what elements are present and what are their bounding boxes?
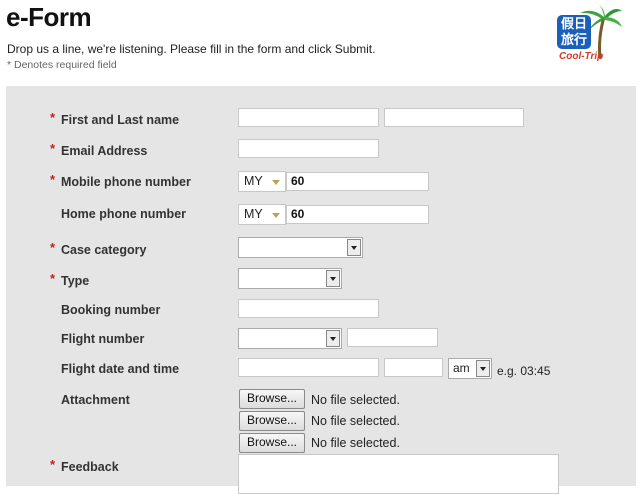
booking-number-input[interactable] [238, 299, 379, 318]
home-country-value: MY [244, 207, 263, 221]
flight-date-input[interactable] [238, 358, 379, 377]
email-input[interactable] [238, 139, 379, 158]
ampm-value: am [453, 361, 470, 375]
last-name-input[interactable] [384, 108, 524, 127]
required-mark: * [50, 110, 56, 125]
no-file-text-1: No file selected. [311, 393, 400, 407]
attachment-label: Attachment [61, 393, 130, 407]
ampm-select[interactable]: am [448, 358, 492, 379]
feedback-textarea[interactable] [238, 454, 559, 494]
logo: 假日旅行 Cool-Trip [552, 3, 624, 65]
chevron-down-icon [272, 213, 280, 218]
type-label: Type [61, 274, 90, 288]
logo-chinese-text: 假日旅行 [560, 16, 587, 47]
logo-word: Cool-Trip [559, 51, 604, 62]
required-mark: * [50, 271, 56, 286]
mobile-label: Mobile phone number [61, 175, 191, 189]
browse-button-3[interactable]: Browse... [239, 433, 305, 453]
flight-number-input[interactable] [347, 328, 438, 347]
form-panel: * First and Last name * Email Address * … [6, 86, 636, 494]
no-file-text-2: No file selected. [311, 414, 400, 428]
home-country-select[interactable]: MY [238, 204, 286, 225]
required-mark: * [50, 141, 56, 156]
time-hint: e.g. 03:45 [497, 364, 551, 378]
mobile-number-input[interactable]: 60 [286, 172, 429, 191]
chevron-down-icon [272, 180, 280, 185]
name-label: First and Last name [61, 113, 180, 127]
intro-text: Drop us a line, we're listening. Please … [7, 42, 376, 56]
flight-datetime-label: Flight date and time [61, 362, 180, 376]
required-mark: * [50, 457, 56, 472]
mobile-country-select[interactable]: MY [238, 171, 286, 192]
airline-select[interactable] [238, 328, 342, 349]
dropdown-arrow-icon [326, 330, 340, 347]
booking-label: Booking number [61, 303, 161, 317]
dropdown-arrow-icon [347, 239, 361, 256]
email-label: Email Address [61, 144, 148, 158]
browse-button-2[interactable]: Browse... [239, 411, 305, 431]
browse-button-1[interactable]: Browse... [239, 389, 305, 409]
type-select[interactable] [238, 268, 342, 289]
logo-badge: 假日旅行 [557, 15, 591, 49]
required-note: * Denotes required field [7, 59, 117, 71]
mobile-country-value: MY [244, 174, 263, 188]
dropdown-arrow-icon [476, 360, 490, 377]
required-mark: * [50, 172, 56, 187]
case-category-label: Case category [61, 243, 147, 257]
feedback-label: Feedback [61, 460, 119, 474]
dropdown-arrow-icon [326, 270, 340, 287]
first-name-input[interactable] [238, 108, 379, 127]
home-number-input[interactable]: 60 [286, 205, 429, 224]
page-title: e-Form [6, 2, 92, 32]
required-mark: * [50, 240, 56, 255]
case-category-select[interactable] [238, 237, 363, 258]
home-label: Home phone number [61, 207, 187, 221]
flight-number-label: Flight number [61, 332, 145, 346]
no-file-text-3: No file selected. [311, 436, 400, 450]
flight-time-input[interactable] [384, 358, 443, 377]
